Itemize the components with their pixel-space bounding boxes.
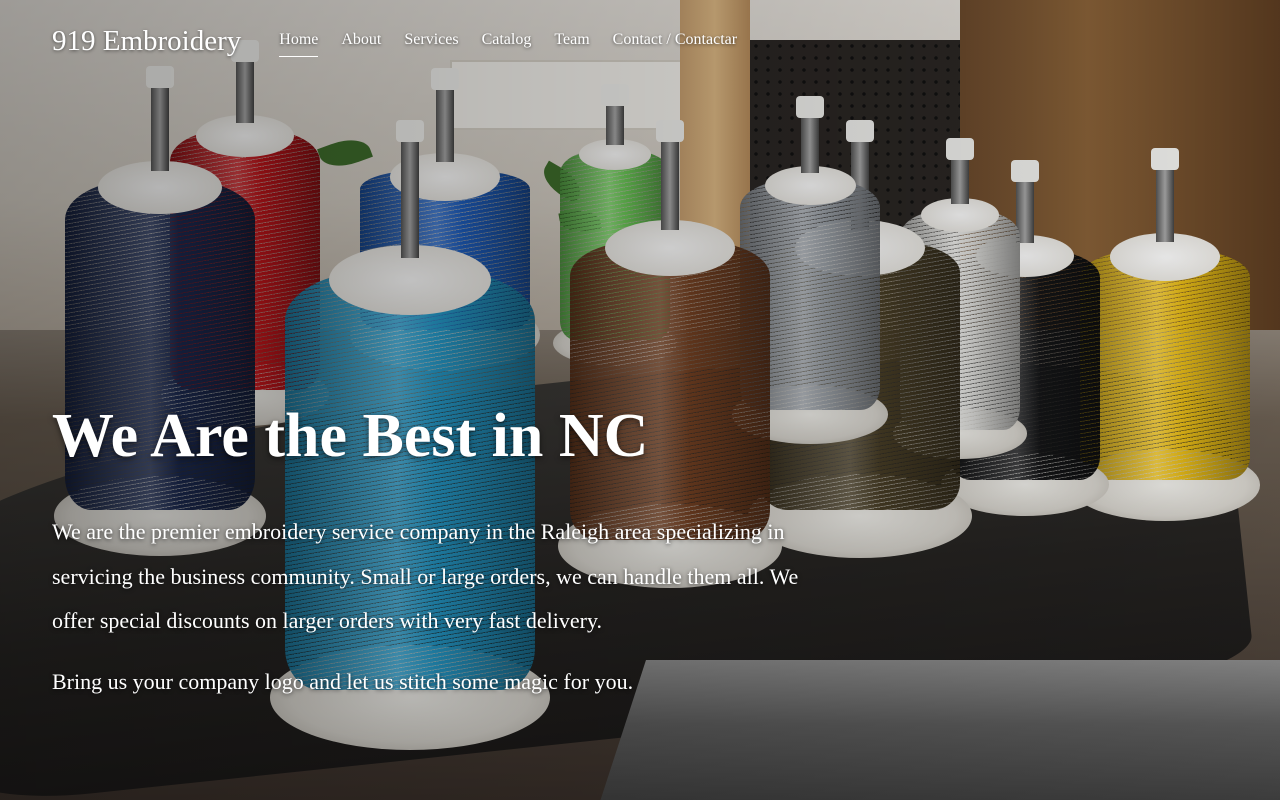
site-header: 919 Embroidery Home About Services Catal… — [0, 0, 1280, 80]
nav-item-contact[interactable]: Contact / Contactar — [613, 30, 737, 57]
nav-item-about[interactable]: About — [341, 30, 381, 57]
nav-item-team[interactable]: Team — [554, 30, 589, 57]
hero-description: We are the premier embroidery service co… — [52, 519, 799, 633]
nav-item-catalog[interactable]: Catalog — [482, 30, 532, 57]
hero-section: We Are the Best in NC We are the premier… — [52, 400, 812, 720]
hero-title: We Are the Best in NC — [52, 402, 649, 470]
nav-item-home[interactable]: Home — [279, 30, 319, 57]
hero-tagline: Bring us your company logo and let us st… — [52, 668, 634, 694]
main-nav: Home About Services Catalog Team Contact… — [279, 30, 760, 57]
nav-item-services[interactable]: Services — [404, 30, 458, 57]
brand-logo-link[interactable]: 919 Embroidery — [52, 25, 241, 57]
